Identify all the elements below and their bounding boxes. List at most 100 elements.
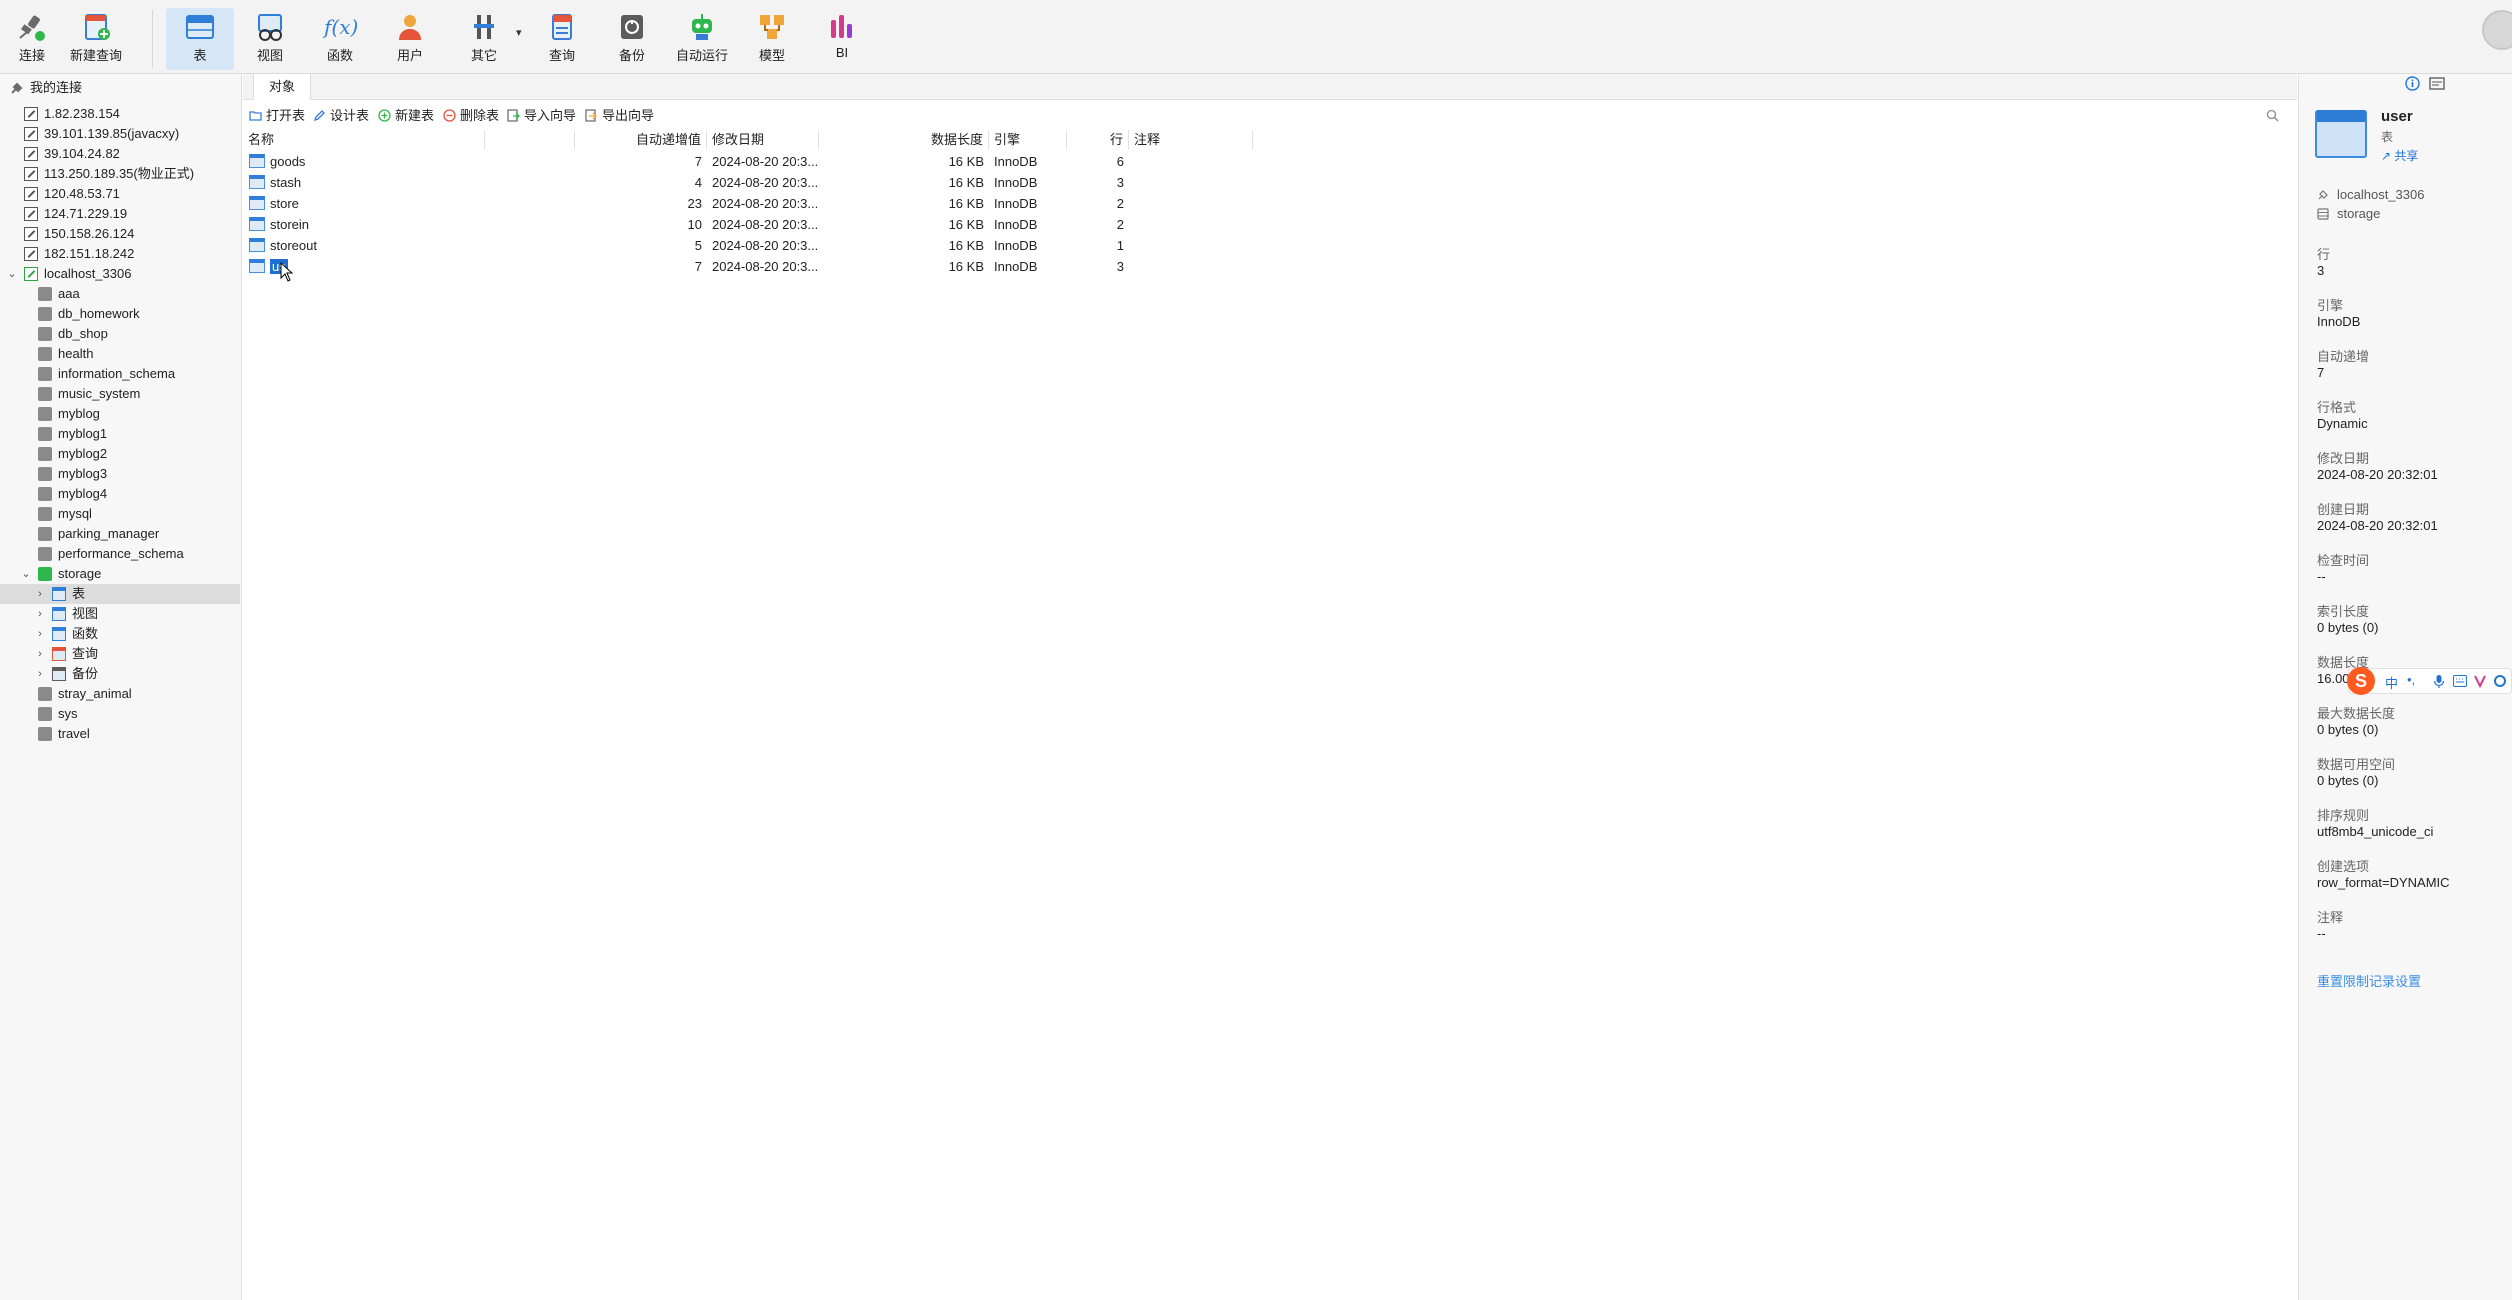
tree-connection[interactable]: 113.250.189.35(物业正式)	[0, 164, 240, 184]
database-icon	[38, 567, 52, 581]
tree-database[interactable]: db_homework	[0, 304, 240, 324]
column-header-modified[interactable]: 修改日期	[707, 130, 819, 150]
cell-auto-inc: 23	[575, 193, 707, 214]
design-table-button[interactable]: 设计表	[313, 106, 369, 126]
table-row[interactable]: goods 7 2024-08-20 20:3... 16 KB InnoDB 6	[243, 151, 1253, 172]
tree-item-label: aaa	[58, 286, 80, 301]
toolbar-view-label: 视图	[256, 48, 283, 63]
ime-language-toggle[interactable]: 中	[2385, 673, 2398, 692]
tree-database[interactable]: aaa	[0, 284, 240, 304]
toolbar-query-button[interactable]: 查询	[530, 8, 594, 70]
chevron-right-icon[interactable]: ›	[34, 644, 46, 664]
toolbar-user-button[interactable]: 用户	[378, 8, 442, 70]
column-header-rows[interactable]: 行	[1067, 130, 1129, 150]
tree-database-open[interactable]: ⌄ storage	[0, 564, 240, 584]
toolbar-function-button[interactable]: f(x) 函数	[308, 8, 372, 70]
column-header-engine[interactable]: 引擎	[989, 130, 1067, 150]
tree-node-query[interactable]: › 查询	[0, 644, 240, 664]
tree-database[interactable]: mysql	[0, 504, 240, 524]
delete-table-button[interactable]: 删除表	[443, 106, 499, 126]
tree-database[interactable]: music_system	[0, 384, 240, 404]
tree-connection-active[interactable]: ⌄ localhost_3306	[0, 264, 240, 284]
table-row[interactable]: stash 4 2024-08-20 20:3... 16 KB InnoDB 3	[243, 172, 1253, 193]
info-field-label: 行	[2317, 247, 2331, 262]
search-icon[interactable]	[2266, 109, 2279, 122]
column-header-data-length[interactable]: 数据长度	[819, 130, 989, 150]
table-row[interactable]: storeout 5 2024-08-20 20:3... 16 KB InnoDB 1	[243, 235, 1253, 256]
keyboard-icon[interactable]	[2453, 675, 2467, 687]
tree-connection[interactable]: 39.101.139.85(javacxy)	[0, 124, 240, 144]
chevron-down-icon[interactable]: ⌄	[6, 264, 18, 284]
tree-node-view[interactable]: › 视图	[0, 604, 240, 624]
toolbar-connect-button[interactable]: 连接	[0, 8, 64, 70]
reset-limit-link[interactable]: 重置限制记录设置	[2317, 971, 2421, 990]
tree-database[interactable]: myblog1	[0, 424, 240, 444]
chevron-right-icon[interactable]: ›	[34, 604, 46, 624]
view-icon	[52, 607, 66, 621]
tree-connection[interactable]: 1.82.238.154	[0, 104, 240, 124]
toolbar-backup-button[interactable]: 备份	[600, 8, 664, 70]
tree-node-backup[interactable]: › 备份	[0, 664, 240, 684]
column-header-comment[interactable]: 注释	[1129, 130, 1253, 150]
skin-icon[interactable]	[2473, 674, 2487, 688]
tree-connection[interactable]: 124.71.229.19	[0, 204, 240, 224]
cell-data-length: 16 KB	[819, 256, 989, 277]
tree-database[interactable]: myblog	[0, 404, 240, 424]
info-field-label: 注释	[2317, 910, 2344, 925]
settings-icon[interactable]	[2493, 674, 2507, 688]
tree-connection[interactable]: 39.104.24.82	[0, 144, 240, 164]
toolbar-model-label: 模型	[758, 48, 785, 63]
toolbar-new-query-button[interactable]: 新建查询	[64, 8, 128, 70]
chevron-right-icon[interactable]: ›	[34, 624, 46, 644]
table-row[interactable]: storein 10 2024-08-20 20:3... 16 KB InnoDB 2	[243, 214, 1253, 235]
table-row[interactable]: store 23 2024-08-20 20:3... 16 KB InnoDB 2	[243, 193, 1253, 214]
tree-connection[interactable]: 120.48.53.71	[0, 184, 240, 204]
ddl-icon[interactable]	[2429, 76, 2445, 91]
tree-node-function[interactable]: › 函数	[0, 624, 240, 644]
tree-database[interactable]: sys	[0, 704, 240, 724]
tree-item-label: 150.158.26.124	[44, 226, 135, 241]
column-header-name[interactable]: 名称	[243, 130, 485, 150]
toolbar-bi-button[interactable]: BI	[810, 8, 874, 70]
tree-database[interactable]: travel	[0, 724, 240, 744]
chevron-down-icon[interactable]: ⌄	[20, 564, 32, 584]
column-header-auto-inc[interactable]: 自动递增值	[575, 130, 707, 150]
open-table-button[interactable]: 打开表	[249, 106, 305, 126]
import-wizard-button[interactable]: 导入向导	[507, 106, 576, 126]
tree-connection[interactable]: 182.151.18.242	[0, 244, 240, 264]
tree-database[interactable]: health	[0, 344, 240, 364]
tree-database[interactable]: parking_manager	[0, 524, 240, 544]
tree-database[interactable]: myblog2	[0, 444, 240, 464]
tree-database[interactable]: myblog3	[0, 464, 240, 484]
toolbar-table-button[interactable]: 表	[166, 8, 234, 70]
tree-database[interactable]: information_schema	[0, 364, 240, 384]
ime-toolbar[interactable]: S 中 •,	[2347, 667, 2512, 695]
tree-database[interactable]: myblog4	[0, 484, 240, 504]
info-field-value: InnoDB	[2317, 314, 2361, 329]
tree-node-table[interactable]: › 表	[0, 584, 240, 604]
table-row[interactable]: us 7 2024-08-20 20:3... 16 KB InnoDB 3	[243, 256, 1253, 277]
toolbar-other-dropdown-icon[interactable]: ▾	[516, 26, 522, 39]
user-avatar[interactable]	[2482, 10, 2512, 50]
tree-connection[interactable]: 150.158.26.124	[0, 224, 240, 244]
cell-text: 7	[694, 259, 702, 274]
chevron-right-icon[interactable]: ›	[34, 584, 46, 604]
tab-objects[interactable]: 对象	[253, 74, 311, 100]
toolbar-model-button[interactable]: 模型	[740, 8, 804, 70]
info-icon[interactable]	[2405, 76, 2420, 91]
export-wizard-button[interactable]: 导出向导	[585, 106, 654, 126]
new-table-button[interactable]: 新建表	[378, 106, 434, 126]
table-icon	[52, 587, 66, 601]
share-button[interactable]: ↗ 共享	[2381, 147, 2418, 164]
microphone-icon[interactable]	[2433, 674, 2445, 689]
database-icon	[38, 447, 52, 461]
chevron-right-icon[interactable]: ›	[34, 664, 46, 684]
ime-punctuation-toggle[interactable]: •,	[2407, 672, 2415, 687]
toolbar-other-button[interactable]: 其它	[452, 8, 516, 70]
toolbar-view-button[interactable]: 视图	[238, 8, 302, 70]
export-wizard-label: 导出向导	[602, 108, 655, 123]
tree-database[interactable]: db_shop	[0, 324, 240, 344]
toolbar-auto-run-button[interactable]: 自动运行	[666, 8, 738, 70]
tree-database[interactable]: stray_animal	[0, 684, 240, 704]
tree-database[interactable]: performance_schema	[0, 544, 240, 564]
